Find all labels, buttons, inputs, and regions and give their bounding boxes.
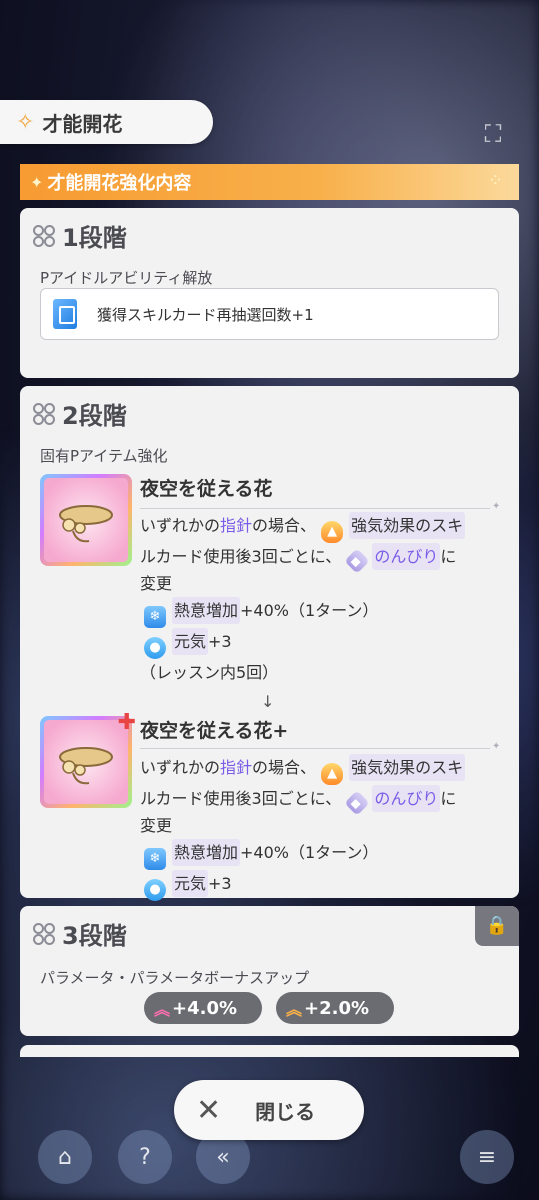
- divider-star-icon: ✦: [492, 501, 501, 512]
- ability-box[interactable]: 獲得スキルカード再抽選回数+1: [40, 288, 499, 340]
- parameter-bonus-pill: ︽ +2.0%: [276, 992, 394, 1024]
- close-button[interactable]: ✕ 閉じる: [174, 1080, 364, 1140]
- star-icon: ✦: [30, 172, 44, 192]
- arrow-down-icon: ↓: [261, 692, 275, 711]
- header-title: 才能開花: [42, 111, 123, 136]
- hair-ornament-icon: [44, 478, 128, 562]
- divider: [140, 748, 490, 749]
- relax-icon: ◆: [344, 790, 371, 816]
- double-chevron-up-icon: ︽: [154, 1000, 171, 1019]
- fire-icon: ▲: [321, 763, 344, 785]
- ability-text: 獲得スキルカード再抽選回数+1: [97, 305, 314, 324]
- stage-2-title: 2段階: [20, 386, 519, 431]
- stage-2-sublabel: 固有Pアイテム強化: [40, 447, 168, 465]
- stage-3-section: 3段階 🔒 パラメータ・パラメータボーナスアップ ︽ +4.0% ︽ +2.0%: [20, 906, 519, 1036]
- parameter-bonus-pill: ︽ +4.0%: [144, 992, 262, 1024]
- double-chevron-up-icon: ︽: [286, 1000, 303, 1019]
- clover-icon: [32, 922, 56, 946]
- menu-icon[interactable]: ≡: [460, 1130, 514, 1184]
- snowflake-icon: ❄: [144, 848, 166, 870]
- next-section-edge: [20, 1045, 519, 1057]
- item-description: いずれかの指針の場合、 ▲ 強気効果のスキ ルカード使用後3回ごとに、 ◆ のんびり…: [140, 512, 510, 686]
- stamina-icon: ●: [144, 879, 166, 901]
- stage-1-sublabel: Pアイドルアビリティ解放: [40, 269, 213, 287]
- stage-1-section: 1段階 Pアイドルアビリティ解放 獲得スキルカード再抽選回数+1: [20, 208, 519, 378]
- home-icon[interactable]: ⌂: [38, 1130, 92, 1184]
- lock-icon[interactable]: 🔒: [475, 906, 519, 946]
- stage-3-sublabel: パラメータ・パラメータボーナスアップ: [40, 969, 310, 987]
- close-icon: ✕: [196, 1092, 222, 1128]
- stamina-icon: ●: [144, 637, 166, 659]
- stage-1-title: 1段階: [20, 208, 519, 253]
- relax-icon: ◆: [344, 548, 371, 574]
- stage-3-title: 3段階: [20, 906, 519, 951]
- snowflake-icon: ❄: [144, 606, 166, 628]
- sparkle-icon: ✧: [16, 109, 35, 135]
- hair-ornament-icon: [44, 720, 128, 804]
- fire-icon: ▲: [321, 521, 344, 543]
- clover-icon: [32, 224, 56, 248]
- item-name-upgraded: 夜空を従える花+: [140, 720, 289, 742]
- fullscreen-icon[interactable]: ⛶: [478, 120, 508, 150]
- help-icon[interactable]: ?: [118, 1130, 172, 1184]
- divider: [140, 508, 490, 509]
- plus-icon: ✚: [117, 710, 136, 735]
- stage-2-label: 2段階: [62, 402, 127, 430]
- divider-star-icon: ✦: [492, 741, 501, 752]
- header-tab: ✧ 才能開花: [0, 100, 213, 144]
- p-item-image[interactable]: [40, 474, 132, 566]
- stage-1-label: 1段階: [62, 224, 127, 252]
- skill-card-icon: [53, 299, 77, 329]
- close-button-label: 閉じる: [255, 1099, 316, 1124]
- clover-icon: [32, 402, 56, 426]
- item-description-upgraded: いずれかの指針の場合、 ▲ 強気効果のスキ ルカード使用後3回ごとに、 ◆ のんびり…: [140, 754, 510, 901]
- stage-3-label: 3段階: [62, 922, 127, 950]
- stage-2-section: 2段階 固有Pアイテム強化 夜空を従える花 ✦ いずれかの指針の場合、 ▲ 強気効…: [20, 386, 519, 901]
- item-name: 夜空を従える花: [140, 478, 273, 500]
- panel-header: ✦ 才能開花強化内容 ⁘: [20, 164, 519, 200]
- p-item-image-upgraded[interactable]: ✚: [40, 710, 136, 808]
- panel-title: 才能開花強化内容: [47, 173, 192, 194]
- sparkle-decoration-icon: ⁘: [487, 170, 503, 191]
